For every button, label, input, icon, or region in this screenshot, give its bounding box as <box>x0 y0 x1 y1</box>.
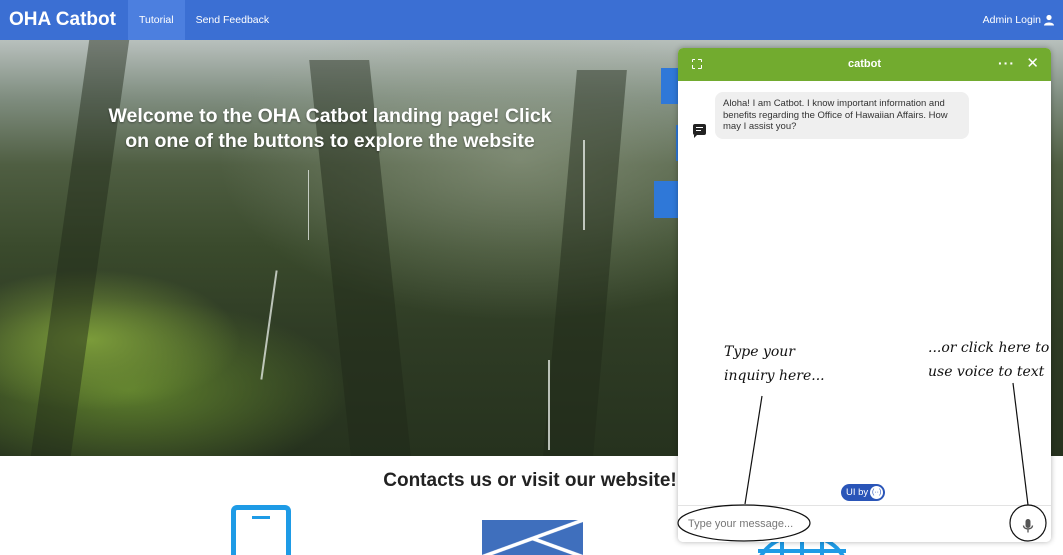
chat-title: catbot <box>848 58 881 70</box>
voice-to-text-annotation: ...or click here to use voice to text <box>928 336 1049 384</box>
close-icon[interactable]: ✕ <box>1026 56 1039 72</box>
hero-title: Welcome to the OHA Catbot landing page! … <box>108 105 552 152</box>
bot-message-icon <box>693 124 706 138</box>
mail-icon[interactable] <box>482 520 583 555</box>
type-inquiry-annotation: Type your inquiry here... <box>724 340 825 388</box>
phone-speaker <box>252 516 270 519</box>
icon-line <box>696 127 703 128</box>
chat-message-input[interactable] <box>688 516 968 532</box>
waterfall <box>583 140 585 230</box>
annotation-line: use voice to text <box>928 364 1045 380</box>
chat-input-row <box>678 505 1051 542</box>
icon-line <box>696 130 701 131</box>
annotation-line: Type your <box>724 344 795 360</box>
waterfall <box>548 360 550 450</box>
chat-header: catbot ··· ✕ <box>678 48 1051 81</box>
more-options-icon[interactable]: ··· <box>998 56 1015 70</box>
waterfall <box>308 170 309 240</box>
bot-message-bubble: Aloha! I am Catbot. I know important inf… <box>715 92 969 139</box>
phone-icon[interactable] <box>231 505 291 555</box>
mail-flap <box>482 520 583 555</box>
ridge-shadow <box>30 40 130 456</box>
annotation-line: inquiry here... <box>724 368 825 384</box>
waterfall <box>260 270 278 380</box>
admin-login-link[interactable]: Admin Login <box>983 0 1055 40</box>
annotation-line: ...or click here to <box>928 340 1050 356</box>
user-icon <box>1044 14 1054 26</box>
ui-by-logo-icon: (··) <box>870 486 884 499</box>
globe-line <box>758 549 846 553</box>
side-button-3[interactable] <box>654 181 681 218</box>
admin-login-label: Admin Login <box>982 14 1041 26</box>
ui-by-label: UI by <box>846 487 869 498</box>
nav-tutorial[interactable]: Tutorial <box>127 0 185 40</box>
nav-send-feedback[interactable]: Send Feedback <box>185 0 281 40</box>
chat-widget: catbot ··· ✕ Aloha! I am Catbot. I know … <box>678 48 1051 542</box>
contacts-title: Contacts us or visit our website! <box>383 470 677 491</box>
ui-by-badge[interactable]: UI by (··) <box>841 484 886 501</box>
brand-logo[interactable]: OHA Catbot <box>0 0 128 40</box>
microphone-icon[interactable] <box>1019 517 1037 535</box>
navbar: OHA Catbot Tutorial Send Feedback Admin … <box>0 0 1063 40</box>
